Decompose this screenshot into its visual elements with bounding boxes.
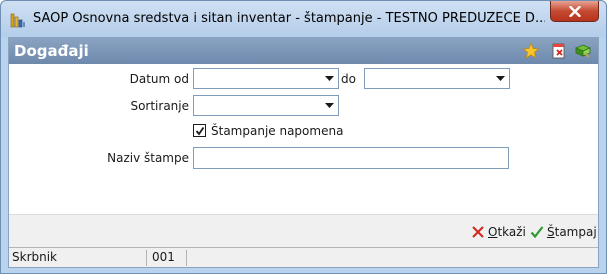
print-notes-checkbox[interactable] [193, 124, 206, 137]
chevron-down-icon[interactable] [321, 97, 337, 114]
app-window: SAOP Osnovna sredstva i sitan inventar -… [0, 0, 607, 274]
date-to-combo[interactable] [364, 68, 510, 89]
section-title: Događaji [14, 42, 89, 60]
section-header: Događaji [9, 38, 598, 64]
button-bar: Otkaži Štampaj [9, 214, 598, 247]
print-name-input[interactable] [193, 147, 509, 169]
checkmark-icon [530, 226, 544, 239]
sort-combo[interactable] [193, 95, 339, 116]
date-from-label: Datum od [129, 72, 189, 86]
dialog-client: Događaji Datum od do Sortiranje Štampanj… [8, 37, 599, 268]
book-icon[interactable] [574, 42, 592, 60]
status-empty-cell [189, 250, 598, 266]
date-to-label: do [341, 72, 356, 86]
date-from-combo[interactable] [193, 68, 339, 89]
close-icon [568, 5, 581, 17]
status-bar: Skrbnik 001 [9, 247, 598, 267]
app-icon [10, 13, 25, 28]
star-icon[interactable] [522, 42, 540, 60]
cancel-button[interactable]: Otkaži [471, 223, 526, 241]
form-panel: Datum od do Sortiranje Štampanje napomen… [9, 64, 598, 214]
chevron-down-icon[interactable] [321, 70, 337, 87]
window-title: SAOP Osnovna sredstva i sitan inventar -… [33, 11, 545, 26]
status-field-value: 001 [149, 250, 187, 266]
close-button[interactable] [550, 1, 599, 22]
chevron-down-icon[interactable] [492, 70, 508, 87]
status-field-label: Skrbnik [9, 250, 147, 266]
checkmark-icon [195, 126, 204, 135]
print-button[interactable]: Štampaj [530, 223, 597, 241]
page-delete-icon[interactable] [550, 42, 568, 60]
cancel-label: tkaži [497, 225, 526, 239]
cancel-icon [472, 226, 484, 238]
print-name-label: Naziv štampe [107, 151, 189, 165]
sort-label: Sortiranje [130, 99, 189, 113]
print-notes-label[interactable]: Štampanje napomena [211, 124, 343, 138]
title-bar[interactable]: SAOP Osnovna sredstva i sitan inventar -… [1, 1, 606, 37]
print-mnemonic: Š [547, 225, 555, 239]
cancel-mnemonic: O [488, 225, 498, 239]
print-label: tampaj [554, 225, 597, 239]
